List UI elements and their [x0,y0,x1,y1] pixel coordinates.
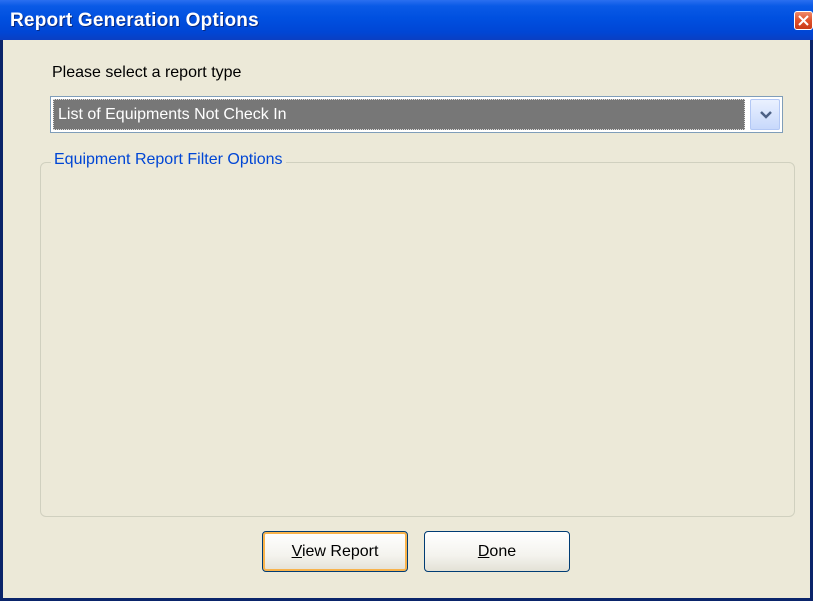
report-type-dropdown[interactable]: List of Equipments Not Check In [50,96,783,133]
report-type-label: Please select a report type [52,64,242,81]
window-title: Report Generation Options [10,10,259,31]
view-report-button[interactable]: View Report [262,531,408,572]
view-report-mnemonic: V [291,543,302,560]
close-button[interactable] [794,11,813,30]
title-bar[interactable]: Report Generation Options [0,0,813,40]
filter-options-legend: Equipment Report Filter Options [51,151,286,169]
report-type-value: List of Equipments Not Check In [58,106,287,123]
done-mnemonic: D [477,543,490,560]
report-type-selected[interactable]: List of Equipments Not Check In [53,99,745,130]
done-label: one [489,543,517,560]
filter-options-group [40,162,795,517]
dropdown-button[interactable] [750,99,780,130]
chevron-down-icon [760,111,772,119]
done-button[interactable]: Done [424,531,570,572]
report-options-dialog: Report Generation Options Please select … [0,0,813,601]
close-icon [798,15,809,26]
view-report-label: iew Report [301,543,379,560]
